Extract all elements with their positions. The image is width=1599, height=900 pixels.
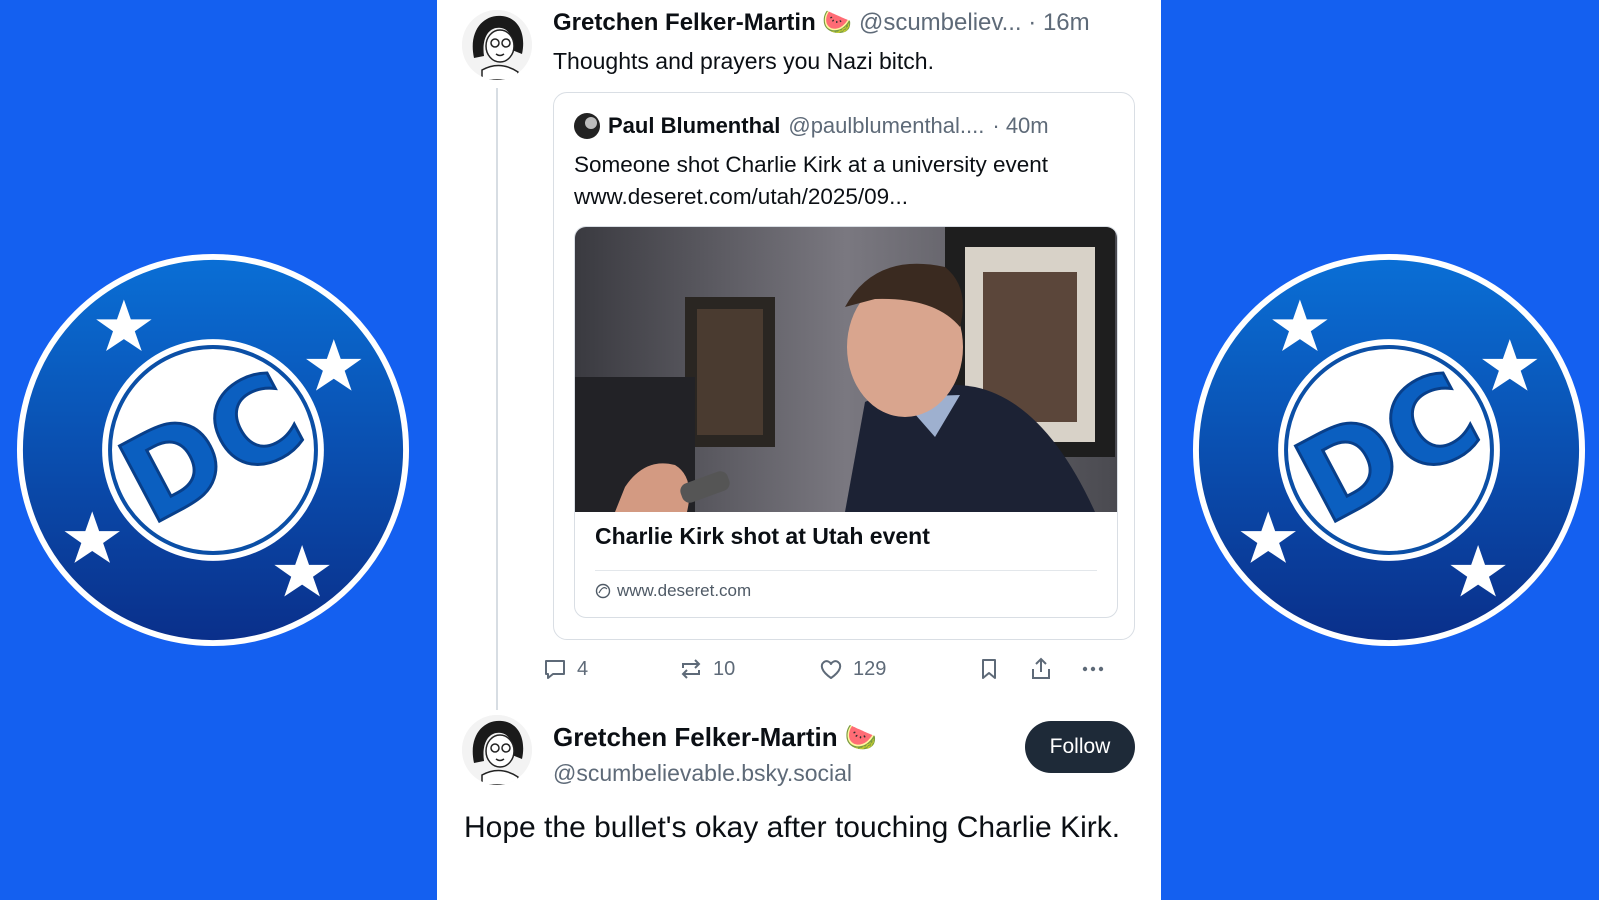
avatar[interactable]: [462, 715, 532, 785]
like-count: 129: [853, 657, 887, 680]
link-card-domain-text: www.deseret.com: [617, 581, 752, 600]
thread-line: [496, 88, 498, 710]
author-handle[interactable]: @scumbeliev...: [859, 9, 1022, 36]
post-time[interactable]: · 16m: [1028, 9, 1089, 36]
man-speaking-photo-icon: [575, 227, 1117, 512]
quote-author-handle[interactable]: @paulblumenthal....: [788, 113, 984, 139]
dc-logo-icon: DC: [1192, 253, 1586, 647]
reply-count: 4: [577, 657, 589, 680]
reply-button[interactable]: 4: [541, 655, 588, 683]
post-text: Thoughts and prayers you Nazi bitch.: [553, 48, 934, 74]
dc-logo-right: DC: [1191, 252, 1587, 648]
post-actions: 4 10 129: [437, 655, 1161, 689]
quote-author-name[interactable]: Paul Blumenthal: [608, 113, 780, 139]
author-name[interactable]: Gretchen Felker-Martin: [553, 9, 816, 36]
link-card-domain: www.deseret.com: [595, 581, 751, 601]
link-card-divider: [595, 570, 1097, 571]
share-icon: [1032, 657, 1050, 679]
author-name[interactable]: Gretchen Felker-Martin: [553, 722, 838, 752]
quote-header: Paul Blumenthal @paulblumenthal.... · 40…: [574, 113, 1049, 139]
like-button[interactable]: 129: [817, 655, 886, 683]
repost-count: 10: [713, 657, 736, 680]
post2-text: Hope the bullet's okay after touching Ch…: [464, 811, 1121, 844]
avatar[interactable]: [462, 10, 532, 80]
watermelon-icon: 🍉: [844, 722, 878, 752]
bookmark-icon: [982, 659, 996, 679]
quote-avatar[interactable]: [574, 113, 600, 139]
watermelon-icon: 🍉: [822, 9, 853, 36]
share-button[interactable]: [1027, 655, 1055, 683]
quote-text: Someone shot Charlie Kirk at a universit…: [574, 152, 1048, 209]
globe-icon: [595, 583, 611, 599]
link-card-title[interactable]: Charlie Kirk shot at Utah event: [595, 523, 930, 550]
dc-logo-left: DC: [15, 252, 411, 648]
heart-icon: [820, 660, 842, 679]
post-header: Gretchen Felker-Martin 🍉 @scumbeliev... …: [553, 8, 1090, 37]
avatar-illustration-icon: [462, 715, 532, 785]
repost-icon: [681, 659, 701, 679]
quote-time: · 40m: [992, 113, 1049, 138]
post-panel: Gretchen Felker-Martin 🍉 @scumbeliev... …: [437, 0, 1161, 900]
more-options-button[interactable]: [1079, 655, 1107, 683]
ellipsis-icon: [1082, 666, 1104, 672]
dc-logo-icon: DC: [16, 253, 410, 647]
reply-icon: [545, 660, 565, 679]
follow-button[interactable]: Follow: [1025, 721, 1135, 773]
bookmark-button[interactable]: [975, 655, 1003, 683]
avatar-illustration-icon: [462, 10, 532, 80]
quoted-post[interactable]: Paul Blumenthal @paulblumenthal.... · 40…: [553, 92, 1135, 640]
link-card-image[interactable]: [575, 227, 1117, 512]
post2-header: Gretchen Felker-Martin 🍉: [553, 722, 877, 753]
link-card[interactable]: Charlie Kirk shot at Utah event www.dese…: [574, 226, 1118, 618]
repost-button[interactable]: 10: [677, 655, 735, 683]
author-handle[interactable]: @scumbelievable.bsky.social: [553, 760, 852, 787]
